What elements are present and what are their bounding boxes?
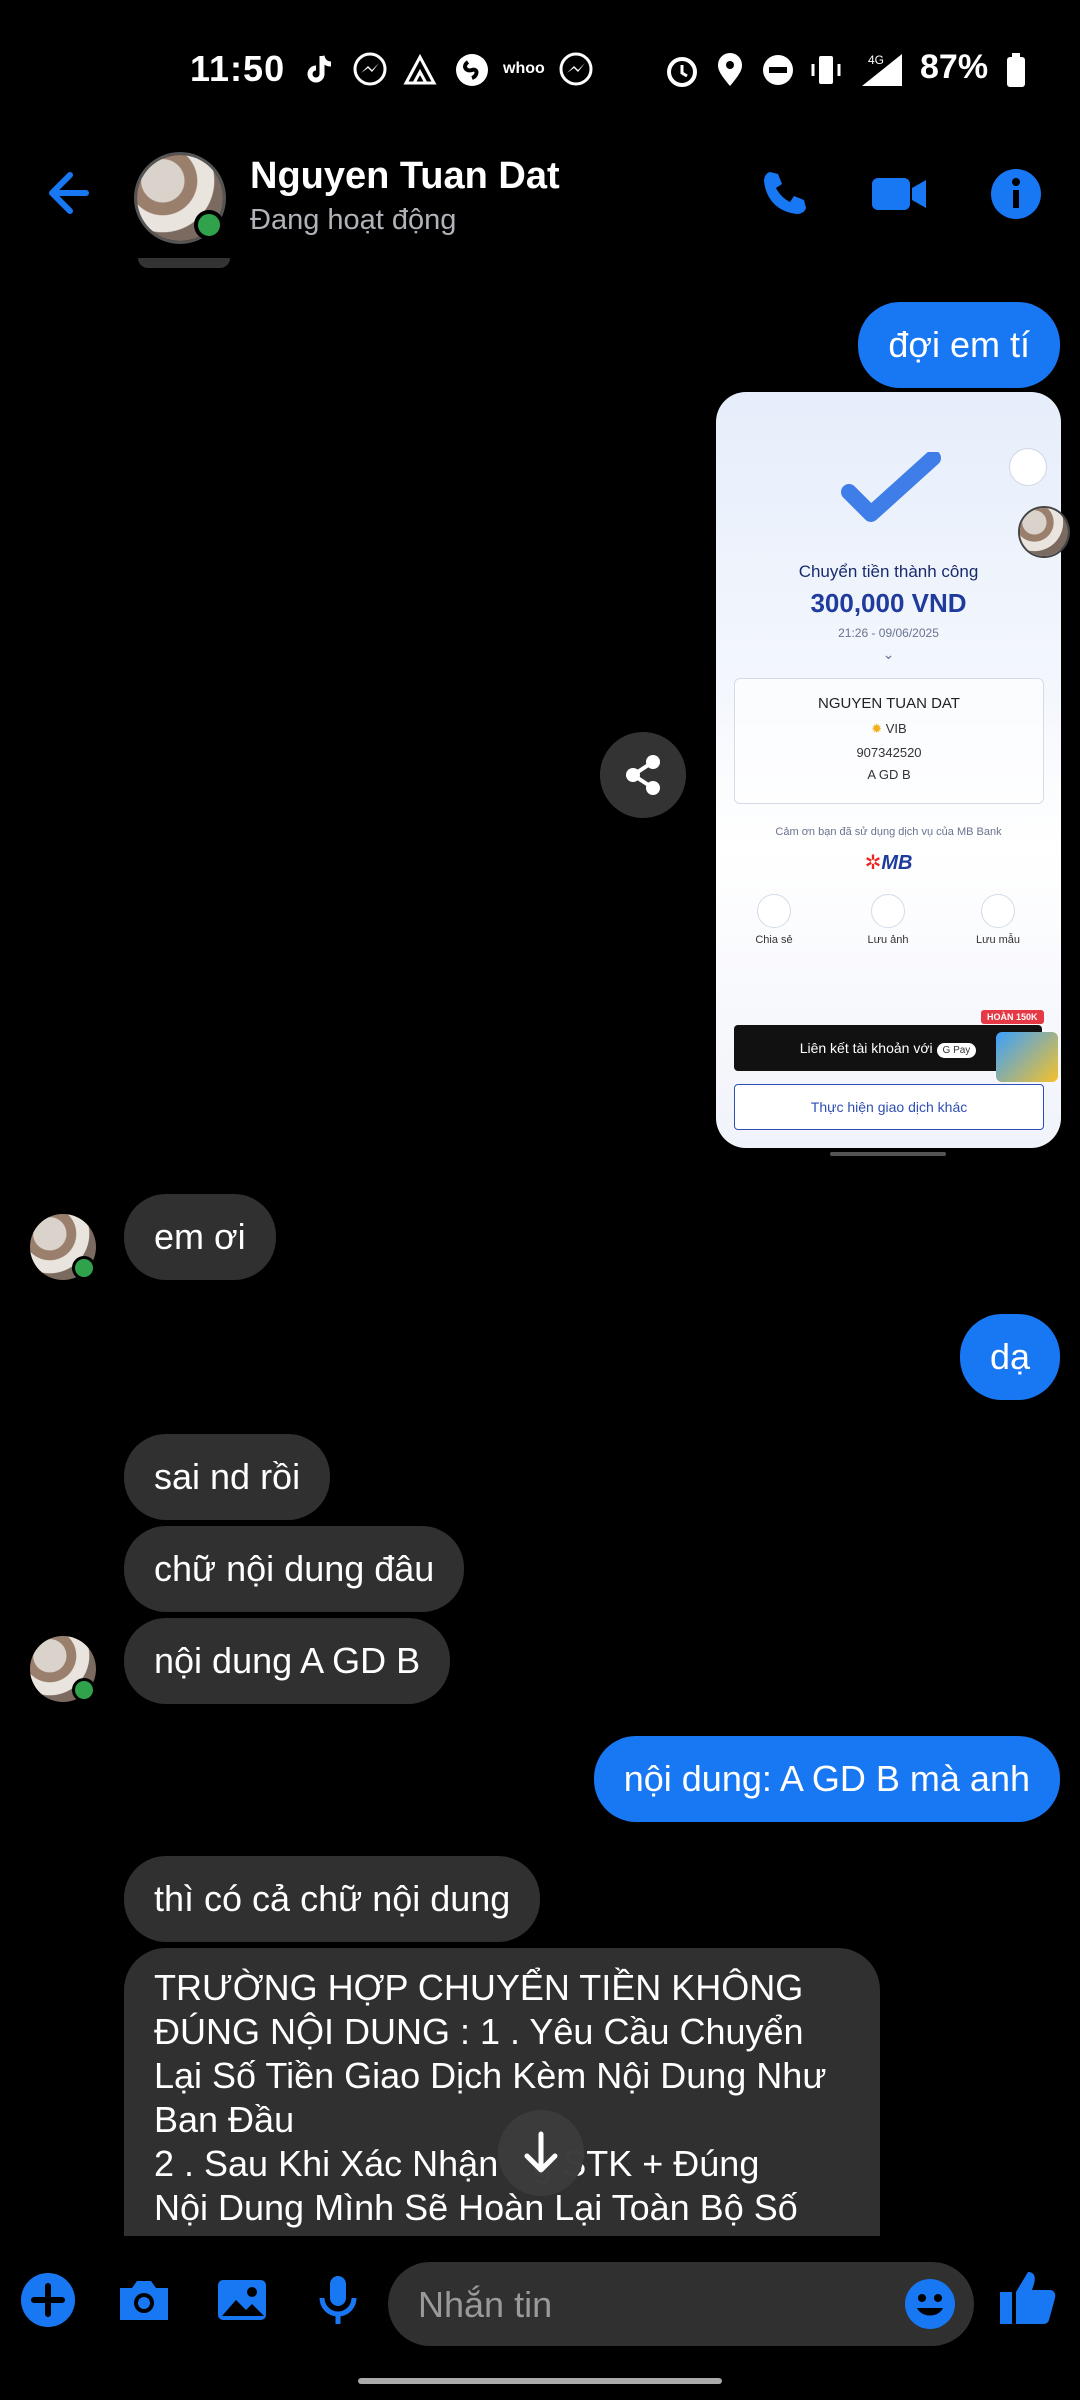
message-line: Nội Dung Mình Sẽ Hoàn Lại Toàn Bộ Số bbox=[154, 2187, 798, 2228]
microphone-button[interactable] bbox=[308, 2270, 368, 2330]
home-icon bbox=[1009, 448, 1047, 486]
messenger-notif-icon bbox=[353, 52, 387, 86]
message-outgoing[interactable]: nội dung: A GD B mà anh bbox=[593, 1736, 1060, 1822]
message-line: ĐÚNG NỘI DUNG : 1 . Yêu Cầu Chuyển bbox=[154, 2011, 804, 2052]
chevron-down-icon: ⌄ bbox=[882, 646, 895, 662]
vib-logo-icon: ✹ bbox=[871, 721, 886, 736]
recipient-card: NGUYEN TUAN DAT ✹ VIB 907342520 A GD B bbox=[734, 678, 1044, 804]
gallery-button[interactable] bbox=[212, 2270, 272, 2330]
home-indicator bbox=[358, 2378, 722, 2384]
voice-call-button[interactable] bbox=[756, 166, 812, 222]
message-input[interactable]: Nhắn tin bbox=[388, 2262, 974, 2346]
status-bar: 11:50 whoo 4G 87% bbox=[0, 0, 1080, 140]
receipt-memo: A GD B bbox=[867, 767, 911, 782]
message-incoming[interactable]: em ơi bbox=[124, 1194, 276, 1280]
save-template-action: Lưu mẫu bbox=[970, 894, 1026, 946]
checkmark-icon bbox=[841, 452, 941, 522]
save-image-action: Lưu ảnh bbox=[862, 894, 914, 946]
signal-icon: 4G bbox=[862, 53, 902, 86]
share-icon bbox=[757, 894, 791, 928]
battery-icon bbox=[1007, 53, 1025, 87]
app-notif-icon bbox=[403, 53, 437, 85]
like-button[interactable] bbox=[994, 2264, 1060, 2330]
message-incoming[interactable]: sai nd rồi bbox=[124, 1434, 331, 1520]
receipt-datetime: 21:26 - 09/06/2025 bbox=[838, 626, 939, 640]
cashback-badge: HOÀN 150K bbox=[981, 1010, 1044, 1024]
shazam-icon bbox=[456, 54, 488, 86]
location-icon bbox=[718, 53, 742, 86]
receipt-title: Chuyển tiền thành công bbox=[798, 562, 979, 581]
document-icon bbox=[981, 894, 1015, 928]
video-call-button[interactable] bbox=[868, 166, 930, 222]
star-logo-icon: ✲ bbox=[864, 852, 882, 874]
camera-button[interactable] bbox=[114, 2270, 174, 2330]
alarm-icon bbox=[667, 57, 697, 87]
online-indicator bbox=[194, 210, 224, 240]
message-incoming-long[interactable]: TRƯỜNG HỢP CHUYỂN TIỀN KHÔNG ĐÚNG NỘI DU… bbox=[124, 1948, 880, 2238]
contact-status: Đang hoạt động bbox=[250, 204, 457, 236]
promo-sticker-icon bbox=[996, 1032, 1058, 1082]
share-action: Chia sẻ bbox=[750, 894, 798, 946]
message-incoming[interactable]: thì có cả chữ nội dung bbox=[124, 1856, 541, 1942]
scroll-to-bottom-button[interactable] bbox=[498, 2110, 584, 2196]
camera-icon bbox=[871, 894, 905, 928]
seen-avatar bbox=[1018, 506, 1070, 558]
message-outgoing[interactable]: dạ bbox=[959, 1314, 1060, 1400]
scrolled-message-remnant bbox=[138, 258, 230, 268]
recipient-account: 907342520 bbox=[856, 745, 922, 760]
svg-text:4G: 4G bbox=[868, 53, 884, 67]
mb-bank-logo: ✲MB bbox=[864, 852, 913, 874]
tiktok-icon bbox=[307, 55, 332, 83]
vibrate-icon bbox=[811, 56, 841, 84]
dnd-icon bbox=[763, 55, 793, 85]
image-underline bbox=[830, 1152, 946, 1156]
new-transaction-button: Thực hiện giao dịch khác bbox=[734, 1084, 1044, 1130]
message-placeholder: Nhắn tin bbox=[418, 2284, 553, 2325]
message-line: Lại Số Tiền Giao Dịch Kèm Nội Dung Như bbox=[154, 2055, 827, 2096]
online-indicator bbox=[72, 1678, 96, 1702]
shared-image-receipt[interactable]: Chuyển tiền thành công 300,000 VND 21:26… bbox=[716, 392, 1061, 1148]
message-outgoing[interactable]: đợi em tí bbox=[858, 302, 1060, 388]
message-line: TRƯỜNG HỢP CHUYỂN TIỀN KHÔNG bbox=[154, 1967, 804, 2008]
whoo-icon: whoo bbox=[503, 60, 545, 77]
messenger-notif-icon-2 bbox=[559, 52, 593, 86]
message-incoming[interactable]: nội dung A GD B bbox=[124, 1618, 451, 1704]
info-button[interactable] bbox=[988, 166, 1044, 222]
share-button[interactable] bbox=[600, 732, 686, 818]
receipt-amount: 300,000 VND bbox=[810, 588, 967, 618]
recipient-bank: ✹ VIB bbox=[871, 721, 907, 736]
add-button[interactable] bbox=[18, 2270, 78, 2330]
back-button[interactable] bbox=[40, 165, 96, 221]
recipient-name: NGUYEN TUAN DAT bbox=[818, 695, 960, 712]
battery-percent: 87% bbox=[920, 48, 989, 86]
contact-name[interactable]: Nguyen Tuan Dat bbox=[250, 155, 560, 198]
emoji-button[interactable] bbox=[900, 2274, 960, 2334]
online-indicator bbox=[72, 1256, 96, 1280]
message-incoming[interactable]: chữ nội dung đâu bbox=[124, 1526, 465, 1612]
clock: 11:50 bbox=[190, 48, 286, 89]
receipt-thanks: Cảm ơn bạn đã sử dụng dịch vụ của MB Ban… bbox=[775, 826, 1002, 838]
